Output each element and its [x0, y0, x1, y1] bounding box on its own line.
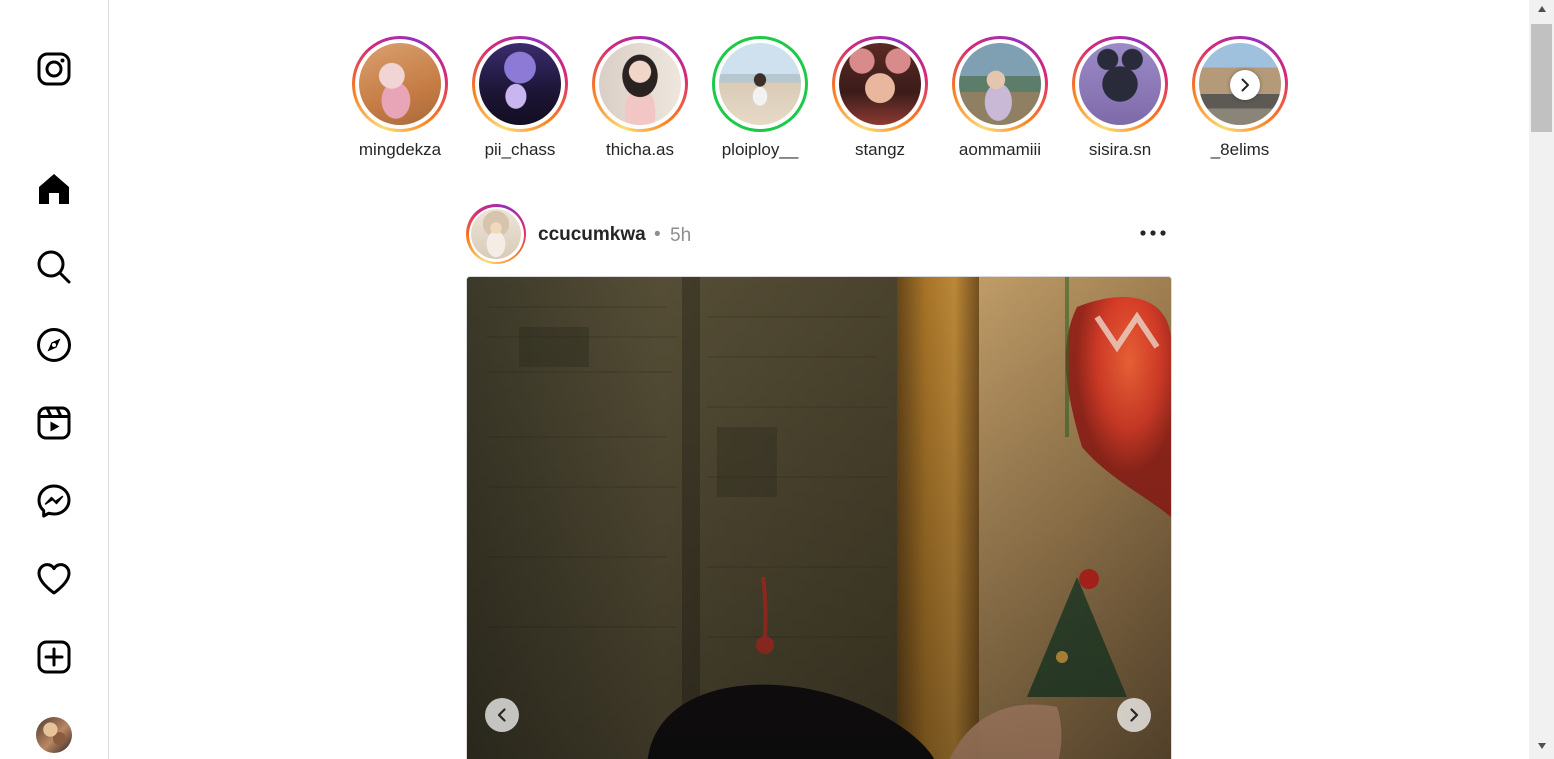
chevron-left-icon: [497, 708, 506, 722]
home-icon: [39, 174, 69, 204]
sidebar-item-search[interactable]: [32, 245, 76, 289]
story-ring: [352, 36, 448, 132]
story-avatar: [959, 43, 1041, 125]
sidebar: [0, 0, 109, 759]
avatar: [36, 717, 72, 753]
story-ring: [952, 36, 1048, 132]
story-avatar: [839, 43, 921, 125]
story-username: aommamiii: [958, 140, 1042, 159]
story-item[interactable]: mingdekza: [352, 36, 472, 166]
story-avatar: [1079, 43, 1161, 125]
stories-tray: mingdekza pii_chass thicha.as ploiploy__: [352, 36, 1292, 166]
sidebar-item-profile[interactable]: [32, 713, 76, 757]
post-photo: [467, 277, 1171, 759]
story-item[interactable]: thicha.as: [592, 36, 712, 166]
more-horizontal-icon: [1140, 230, 1166, 236]
separator-dot: •: [654, 224, 661, 245]
plus-square-icon: [37, 640, 71, 674]
story-item[interactable]: sisira.sn: [1072, 36, 1192, 166]
instagram-glyph-icon: [37, 52, 71, 86]
post-timestamp[interactable]: 5h: [670, 225, 691, 247]
story-username: thicha.as: [605, 140, 675, 159]
story-item[interactable]: stangz: [832, 36, 952, 166]
search-icon: [37, 250, 71, 284]
story-username: mingdekza: [358, 140, 442, 159]
story-username: pii_chass: [484, 140, 556, 159]
story-item[interactable]: aommamiii: [952, 36, 1072, 166]
post-options-button[interactable]: [1134, 220, 1172, 246]
instagram-logo[interactable]: [32, 47, 76, 91]
story-item[interactable]: pii_chass: [472, 36, 592, 166]
post-media[interactable]: [466, 276, 1172, 759]
sidebar-item-create[interactable]: [32, 635, 76, 679]
reels-icon: [37, 406, 71, 440]
story-item[interactable]: _8elims: [1192, 36, 1312, 166]
story-avatar: [359, 43, 441, 125]
story-avatar: [599, 43, 681, 125]
story-ring: [1072, 36, 1168, 132]
story-avatar: [479, 43, 561, 125]
carousel-prev-button[interactable]: [485, 698, 519, 732]
sidebar-item-reels[interactable]: [32, 401, 76, 445]
story-ring: [472, 36, 568, 132]
compass-icon: [37, 328, 71, 362]
story-avatar: [719, 43, 801, 125]
stories-next-button[interactable]: [1230, 70, 1260, 100]
messenger-icon: [37, 484, 71, 518]
scroll-up-button[interactable]: [1536, 3, 1548, 15]
sidebar-item-messages[interactable]: [32, 479, 76, 523]
chevron-right-icon: [1130, 708, 1139, 722]
story-username: ploiploy__: [721, 140, 799, 159]
caret-down-icon: [1538, 743, 1546, 749]
instagram-app: mingdekza pii_chass thicha.as ploiploy__: [0, 0, 1554, 759]
caret-up-icon: [1538, 6, 1546, 12]
sidebar-item-notifications[interactable]: [32, 557, 76, 601]
heart-icon: [37, 563, 71, 595]
sidebar-item-explore[interactable]: [32, 323, 76, 367]
story-ring: [832, 36, 928, 132]
story-item[interactable]: ploiploy__: [712, 36, 832, 166]
scrollbar-thumb[interactable]: [1531, 24, 1552, 132]
page-scrollbar[interactable]: [1529, 0, 1554, 759]
post-author-username[interactable]: ccucumkwa: [538, 224, 646, 246]
story-username: sisira.sn: [1088, 140, 1152, 159]
story-ring: [712, 36, 808, 132]
story-username: _8elims: [1210, 140, 1270, 159]
feed-post: ccucumkwa • 5h: [466, 204, 1172, 759]
scroll-down-button[interactable]: [1536, 740, 1548, 752]
chevron-right-icon: [1241, 78, 1249, 92]
carousel-next-button[interactable]: [1117, 698, 1151, 732]
story-username: stangz: [854, 140, 906, 159]
story-ring: [592, 36, 688, 132]
post-author-avatar[interactable]: [466, 204, 526, 264]
post-header: ccucumkwa • 5h: [466, 204, 1172, 266]
sidebar-item-home[interactable]: [32, 167, 76, 211]
